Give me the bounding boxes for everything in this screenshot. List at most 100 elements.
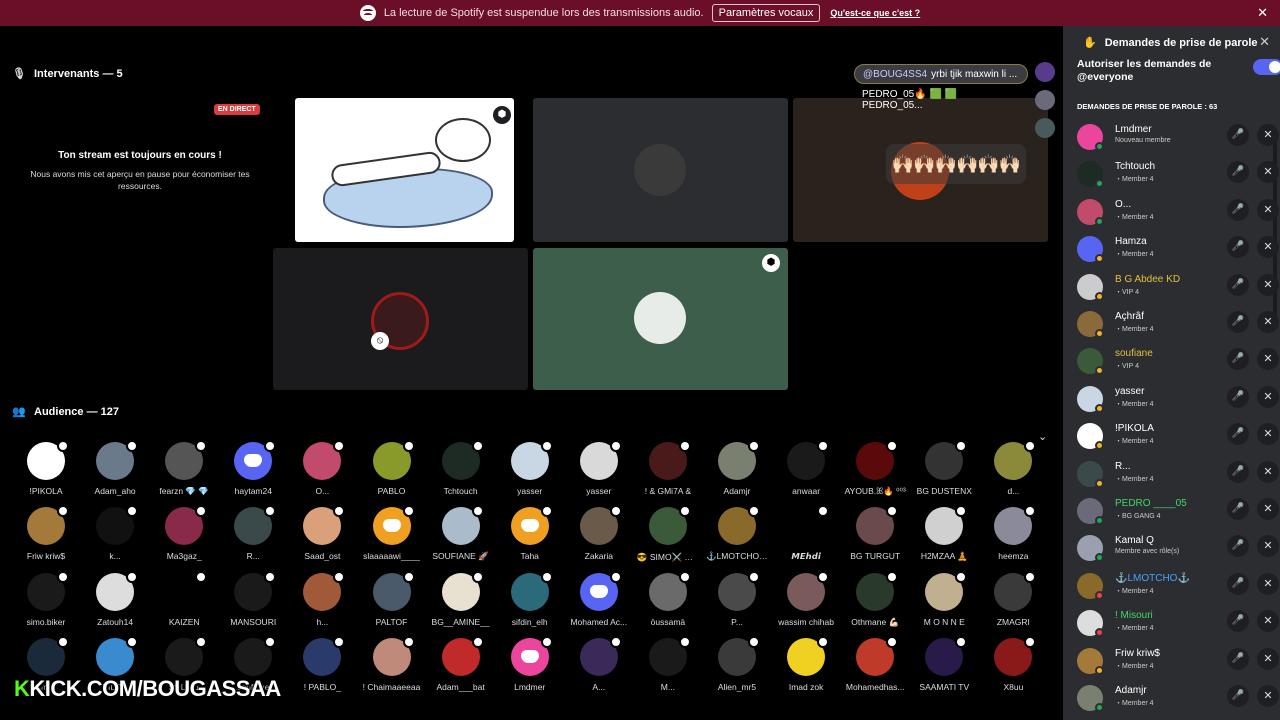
speak-request-row[interactable]: soufiane ・VIP 4 🎤 ✕ xyxy=(1077,344,1279,380)
speak-request-row[interactable]: Tchtouch ・Member 4 🎤 ✕ xyxy=(1077,157,1279,193)
audience-member[interactable]: h... xyxy=(291,570,353,627)
audience-member[interactable]: fearzn 💎 💎 xyxy=(153,440,215,497)
audience-member[interactable]: BG__AMINE__ xyxy=(430,570,492,627)
audience-member[interactable]: SOUFIANE 🚀 xyxy=(430,505,492,562)
invite-to-speak-button[interactable]: 🎤 xyxy=(1227,535,1249,558)
audience-member[interactable]: ⚓LMOTCHO ... xyxy=(706,505,768,562)
dismiss-request-button[interactable]: ✕ xyxy=(1257,685,1279,707)
audience-member[interactable]: slaaaaawi____ xyxy=(361,505,423,561)
audience-member[interactable]: Alien_mr5 xyxy=(706,635,768,692)
dismiss-request-button[interactable]: ✕ xyxy=(1257,273,1279,296)
audience-member[interactable]: k... xyxy=(84,505,146,561)
speak-request-row[interactable]: O... ・Member 4 🎤 ✕ xyxy=(1077,195,1279,231)
speak-request-row[interactable]: PEDRO ____05 ・BG GANG 4 🎤 ✕ xyxy=(1077,494,1279,530)
audience-member[interactable]: haytam24 xyxy=(222,440,284,496)
dismiss-request-button[interactable]: ✕ xyxy=(1257,348,1279,371)
invite-to-speak-button[interactable]: 🎤 xyxy=(1227,460,1249,483)
speak-request-row[interactable]: B G Abdee KD ・VIP 4 🎤 ✕ xyxy=(1077,270,1279,306)
dismiss-request-button[interactable]: ✕ xyxy=(1257,423,1279,446)
audience-member[interactable]: X8uu xyxy=(982,635,1044,692)
invite-to-speak-button[interactable]: 🎤 xyxy=(1227,572,1249,595)
audience-member[interactable]: BG DUSTENX xyxy=(913,440,975,496)
audience-member[interactable]: A... xyxy=(568,635,630,692)
audience-member[interactable]: KAIZEN xyxy=(153,570,215,627)
speak-request-row[interactable]: ⚓LMOTCHO⚓ ・Member 4 🎤 ✕ xyxy=(1077,569,1279,605)
help-link[interactable]: Qu'est-ce que c'est ? xyxy=(830,8,920,18)
invite-to-speak-button[interactable]: 🎤 xyxy=(1227,385,1249,408)
audience-member[interactable]: ! Chaimaaeeaa xyxy=(361,635,423,692)
audience-member[interactable]: Adam___bat xyxy=(430,635,492,692)
audience-member[interactable]: ZMAGRI xyxy=(982,570,1044,627)
speak-request-row[interactable]: Hamza ・Member 4 🎤 ✕ xyxy=(1077,232,1279,268)
audience-member[interactable]: anwaar xyxy=(775,440,837,496)
invite-to-speak-button[interactable]: 🎤 xyxy=(1227,161,1249,184)
speaker-tile-stream[interactable]: ⬢ xyxy=(295,98,514,242)
audience-member[interactable]: Othmane 💪🏻 xyxy=(844,570,906,628)
speaker-tile-2[interactable] xyxy=(533,98,788,242)
audience-member[interactable]: Adamjr xyxy=(706,440,768,496)
dismiss-request-button[interactable]: ✕ xyxy=(1257,124,1279,146)
speak-request-row[interactable]: Adamjr ・Member 4 🎤 ✕ xyxy=(1077,681,1279,717)
audience-member[interactable]: heemza xyxy=(982,505,1044,561)
audience-member[interactable]: !PIKOLA xyxy=(15,440,77,496)
dismiss-request-button[interactable]: ✕ xyxy=(1257,460,1279,483)
audience-member[interactable]: Mohamedhas... xyxy=(844,635,906,692)
audience-member[interactable]: wassim chihab xyxy=(775,570,837,627)
audience-member[interactable]: simo.biker xyxy=(15,570,77,627)
speaker-tile-5[interactable]: ⬢ xyxy=(533,248,788,390)
audience-member[interactable]: BG TURGUT xyxy=(844,505,906,561)
audience-member[interactable]: yasser xyxy=(499,440,561,496)
dismiss-request-button[interactable]: ✕ xyxy=(1257,311,1279,333)
audience-member[interactable]: 𝙈𝙀𝙝𝙙𝙞 xyxy=(775,505,837,562)
audience-member[interactable]: Zakaria xyxy=(568,505,630,561)
audience-member[interactable]: H2MZAA 🧘 xyxy=(913,505,975,562)
invite-to-speak-button[interactable]: 🎤 xyxy=(1227,198,1249,221)
dismiss-request-button[interactable]: ✕ xyxy=(1257,385,1279,408)
dismiss-request-button[interactable]: ✕ xyxy=(1257,610,1279,633)
audience-member[interactable]: sifdin_elh xyxy=(499,570,561,627)
invite-to-speak-button[interactable]: 🎤 xyxy=(1227,273,1249,296)
allow-requests-toggle[interactable] xyxy=(1253,59,1280,75)
audience-member[interactable]: Tchtouch xyxy=(430,440,492,496)
dismiss-request-button[interactable]: ✕ xyxy=(1257,498,1279,520)
speaker-tile-4[interactable]: ⦸ xyxy=(273,248,528,390)
audience-member[interactable]: P... xyxy=(706,570,768,627)
speak-request-row[interactable]: yasser ・Member 4 🎤 ✕ xyxy=(1077,382,1279,418)
audience-member[interactable]: Saad_ost xyxy=(291,505,353,561)
audience-member[interactable]: Taha xyxy=(499,505,561,561)
close-icon[interactable]: ✕ xyxy=(1257,5,1268,21)
audience-member[interactable]: yasser xyxy=(568,440,630,496)
dismiss-request-button[interactable]: ✕ xyxy=(1257,535,1279,558)
audience-member[interactable]: ! PABLO_ xyxy=(291,635,353,692)
invite-to-speak-button[interactable]: 🎤 xyxy=(1227,124,1249,146)
speak-request-row[interactable]: Lmdmer Nouveau membre 🎤 ✕ xyxy=(1077,120,1279,156)
audience-member[interactable]: PABLO xyxy=(361,440,423,496)
audience-member[interactable]: ōussamā xyxy=(637,570,699,627)
audience-member[interactable]: R... xyxy=(222,505,284,561)
audience-member[interactable]: 😎 SIMO⚔️ Ⓣ ... xyxy=(637,505,699,563)
invite-to-speak-button[interactable]: 🎤 xyxy=(1227,647,1249,670)
invite-to-speak-button[interactable]: 🎤 xyxy=(1227,348,1249,371)
voice-settings-button[interactable]: Paramètres vocaux xyxy=(711,4,821,22)
close-icon[interactable]: ✕ xyxy=(1259,34,1270,50)
audience-member[interactable]: ! & GMi7A & xyxy=(637,440,699,496)
audience-member[interactable]: d... xyxy=(982,440,1044,496)
audience-member[interactable]: Imad zok xyxy=(775,635,837,692)
audience-member[interactable]: SAAMATI TV xyxy=(913,635,975,692)
audience-member[interactable]: M O N N E xyxy=(913,570,975,627)
invite-to-speak-button[interactable]: 🎤 xyxy=(1227,236,1249,259)
invite-to-speak-button[interactable]: 🎤 xyxy=(1227,685,1249,707)
audience-member[interactable]: Mohamed Ac... xyxy=(568,570,630,627)
invite-to-speak-button[interactable]: 🎤 xyxy=(1227,610,1249,633)
invite-to-speak-button[interactable]: 🎤 xyxy=(1227,498,1249,520)
audience-member[interactable]: Adam_aho xyxy=(84,440,146,496)
audience-member[interactable]: Lmdmer xyxy=(499,635,561,692)
audience-member[interactable]: AYOUB.ꕤ🔥 ⁰⁰³ xyxy=(844,440,906,497)
audience-member[interactable]: Friw kriw$ xyxy=(15,505,77,561)
invite-to-speak-button[interactable]: 🎤 xyxy=(1227,423,1249,446)
audience-member[interactable]: Zatouh14 xyxy=(84,570,146,627)
speak-request-row[interactable]: Açhrâf ・Member 4 🎤 ✕ xyxy=(1077,307,1279,343)
invite-to-speak-button[interactable]: 🎤 xyxy=(1227,311,1249,333)
audience-member[interactable]: Ma3gaz_ xyxy=(153,505,215,561)
audience-member[interactable]: MANSOURI xyxy=(222,570,284,627)
